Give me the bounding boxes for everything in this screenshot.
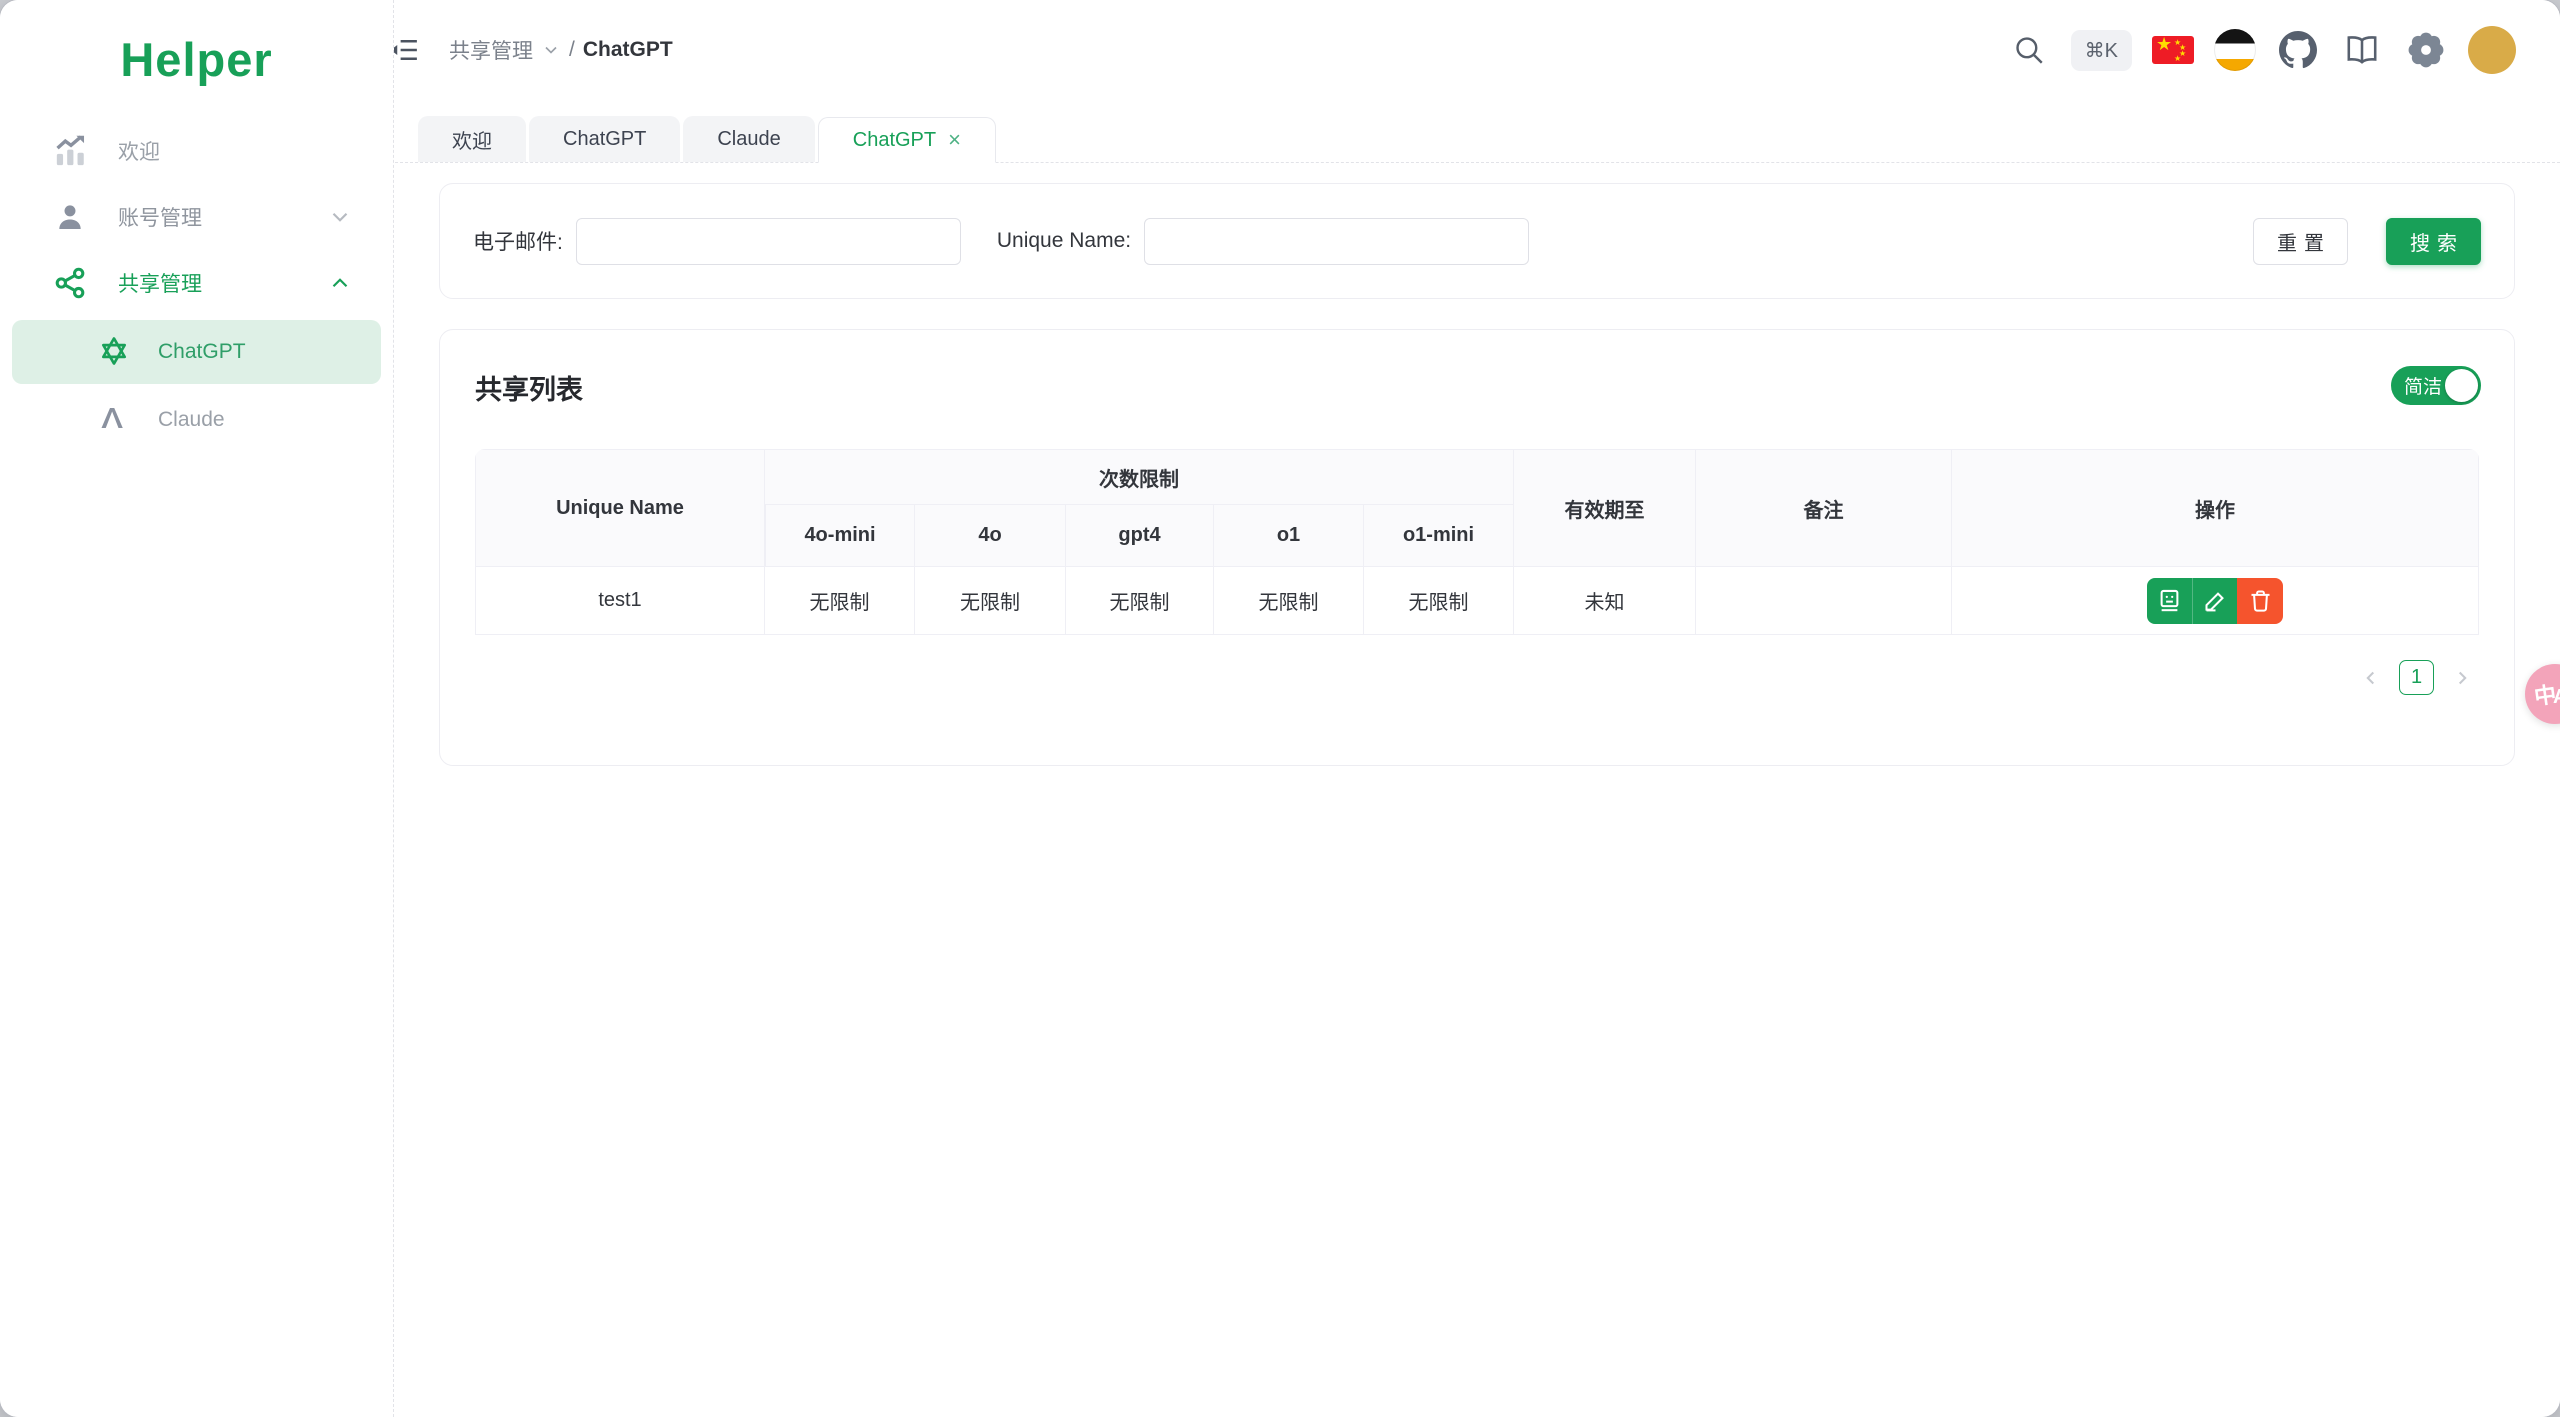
share-table: Unique Name 次数限制 有效期至 备注 操作 4o-mini 4o g… [475,449,2479,635]
header-actions: ⌘K ★ ★ ★ ★ ★ [2007,26,2516,74]
app-logo: Helper [120,32,273,86]
tab-label: Claude [717,127,781,150]
breadcrumb-parent[interactable]: 共享管理 [449,35,533,65]
tab-label: ChatGPT [852,128,937,151]
col-header-4o-mini: 4o-mini [765,505,915,567]
user-avatar[interactable] [2468,26,2516,74]
reset-button[interactable]: 重置 [2253,217,2348,265]
sidebar-item-chatgpt[interactable]: ChatGPT [12,320,381,384]
language-flag-icon[interactable]: ★ ★ ★ ★ ★ [2152,36,2194,64]
tab-bar: 欢迎 ChatGPT Claude ChatGPT × [395,100,2560,163]
col-header-limits-group: 次数限制 [765,449,1514,505]
cell-limit-4o-mini: 无限制 [765,567,915,635]
app-window: Helper 欢迎 账号管理 共享管理 ChatGPT Claude 共享管理 … [0,0,2560,1417]
edit-button[interactable] [2192,577,2237,624]
docs-book-icon[interactable] [2340,28,2384,72]
tab-claude[interactable]: Claude [683,116,815,162]
cell-actions [1952,567,2479,635]
share-icon [54,265,90,301]
page-next-button[interactable] [2445,661,2479,695]
card-title: 共享列表 [475,375,583,405]
user-icon [54,199,90,235]
unique-name-field[interactable] [1144,217,1530,265]
pagination: 1 [475,660,2479,695]
tab-label: 欢迎 [452,130,492,153]
page-number-button[interactable]: 1 [2399,660,2434,695]
menu-fold-icon [390,40,417,60]
table-row: test1 无限制 无限制 无限制 无限制 无限制 未知 [475,567,2479,635]
sidebar: Helper 欢迎 账号管理 共享管理 ChatGPT Claude [0,0,394,1417]
search-icon[interactable] [2007,28,2051,72]
tab-chatgpt-active[interactable]: ChatGPT × [817,117,996,163]
unique-name-group: Unique Name: [996,217,1530,265]
sidebar-item-claude[interactable]: Claude [12,388,381,452]
cell-unique-name: test1 [475,567,765,635]
sidebar-item-welcome[interactable]: 欢迎 [12,118,381,184]
col-header-o1: o1 [1214,505,1364,567]
chevron-up-icon [327,270,353,296]
col-header-note: 备注 [1696,449,1952,567]
email-label: 电子邮件: [473,231,563,254]
email-field[interactable] [575,217,961,265]
cell-expiry: 未知 [1514,567,1696,635]
col-header-4o: 4o [915,505,1066,567]
sidebar-item-label: ChatGPT [158,340,246,363]
toggle-label: 简洁 [2404,377,2443,398]
breadcrumb: 共享管理 / ChatGPT [449,35,673,65]
edit-pencil-icon [2204,592,2224,612]
chart-trending-icon [54,133,90,169]
shortcut-badge[interactable]: ⌘K [2070,29,2132,71]
close-icon[interactable]: × [948,129,961,151]
col-header-actions: 操作 [1952,449,2479,567]
cell-note [1696,567,1952,635]
github-icon[interactable] [2276,28,2320,72]
flag-star: ★ [2156,36,2173,54]
trash-icon [2251,590,2269,612]
cell-limit-gpt4: 无限制 [1066,567,1214,635]
cell-limit-o1: 无限制 [1214,567,1364,635]
sidebar-item-label: 账号管理 [118,207,202,230]
col-header-gpt4: gpt4 [1066,505,1214,567]
top-bar: 共享管理 / ChatGPT ⌘K ★ ★ ★ ★ ★ [383,0,2560,100]
tab-label: ChatGPT [563,127,647,150]
row-action-group [2147,577,2283,624]
col-header-expiry: 有效期至 [1514,449,1696,567]
breadcrumb-separator: / [569,38,575,61]
chevron-down-icon [327,204,353,230]
page-content: 电子邮件: Unique Name: 重置 搜索 共享列表 简洁 Unique … [395,163,2560,766]
flag-star: ★ [2174,54,2182,63]
translate-en-glyph: A [2553,686,2560,709]
openai-logo-icon [98,335,132,369]
search-form-card: 电子邮件: Unique Name: 重置 搜索 [439,183,2515,299]
anthropic-logo-icon [98,403,132,437]
search-button[interactable]: 搜索 [2386,217,2481,265]
settings-gear-icon[interactable] [2404,28,2448,72]
cell-limit-o1-mini: 无限制 [1364,567,1514,635]
breadcrumb-current: ChatGPT [582,38,673,61]
id-card-icon [2160,589,2179,612]
chevron-down-icon [541,40,561,60]
theme-flag-icon[interactable] [2214,29,2256,71]
col-header-o1-mini: o1-mini [1364,505,1514,567]
sidebar-item-label: 欢迎 [118,141,160,164]
tab-chatgpt[interactable]: ChatGPT [529,116,681,162]
usage-detail-button[interactable] [2147,577,2192,624]
toggle-knob [2445,369,2478,402]
tab-welcome[interactable]: 欢迎 [418,116,526,162]
sidebar-item-share-management[interactable]: 共享管理 [12,250,381,316]
sidebar-item-label: Claude [158,408,225,431]
sidebar-item-label: 共享管理 [118,273,202,296]
sidebar-item-accounts[interactable]: 账号管理 [12,184,381,250]
simple-mode-toggle[interactable]: 简洁 [2391,366,2481,405]
page-prev-button[interactable] [2354,661,2388,695]
share-list-card: 共享列表 简洁 Unique Name 次数限制 有效期至 备注 操作 4o-m… [439,329,2515,766]
delete-button[interactable] [2237,577,2283,624]
unique-name-label: Unique Name: [996,229,1132,252]
main-area: 共享管理 / ChatGPT ⌘K ★ ★ ★ ★ ★ 欢迎 ChatGPT C… [383,0,2560,1417]
cell-limit-4o: 无限制 [915,567,1066,635]
sidebar-menu: 欢迎 账号管理 共享管理 ChatGPT Claude [0,118,393,452]
col-header-unique-name: Unique Name [475,449,765,567]
